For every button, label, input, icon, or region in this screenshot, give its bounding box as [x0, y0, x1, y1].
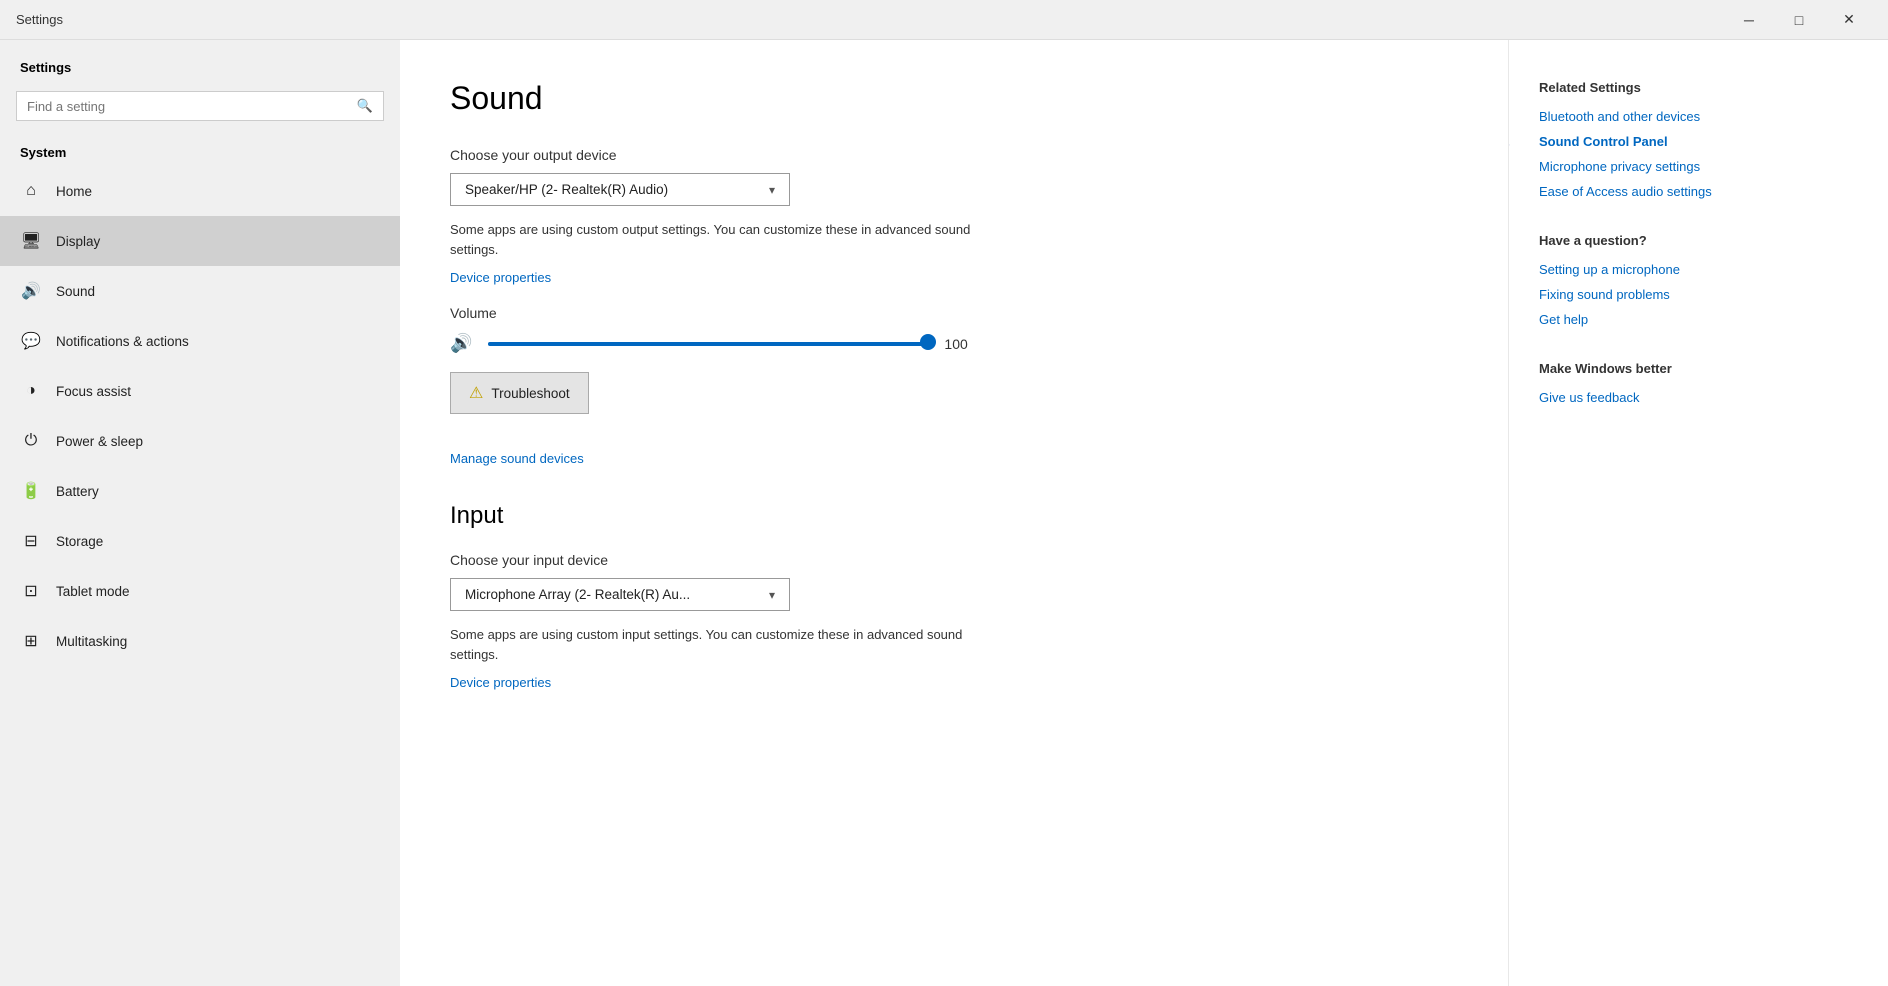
- arrow-annotation: [1508, 126, 1519, 166]
- sidebar-item-focus[interactable]: ◑ Focus assist: [0, 366, 400, 416]
- sidebar-item-tablet-label: Tablet mode: [56, 584, 130, 599]
- setup-microphone-link[interactable]: Setting up a microphone: [1539, 262, 1858, 277]
- display-icon: 🖥: [20, 230, 42, 252]
- input-dropdown-arrow-icon: ▾: [769, 588, 775, 602]
- sidebar-item-multitasking[interactable]: ⊞ Multitasking: [0, 616, 400, 666]
- volume-slider[interactable]: [488, 342, 928, 346]
- sidebar-item-power[interactable]: ⏻ Power & sleep: [0, 416, 400, 466]
- sidebar-item-tablet[interactable]: ⊡ Tablet mode: [0, 566, 400, 616]
- volume-speaker-icon: 🔊: [450, 333, 472, 354]
- volume-value: 100: [944, 336, 980, 352]
- give-feedback-link[interactable]: Give us feedback: [1539, 390, 1858, 405]
- home-icon: ⌂: [20, 180, 42, 202]
- microphone-privacy-link[interactable]: Microphone privacy settings: [1539, 159, 1858, 174]
- manage-sound-devices-link[interactable]: Manage sound devices: [450, 451, 584, 466]
- sidebar-item-battery[interactable]: 🔋 Battery: [0, 466, 400, 516]
- main-content: Sound Choose your output device Speaker/…: [400, 40, 1508, 986]
- input-info-text: Some apps are using custom input setting…: [450, 625, 1010, 664]
- ease-of-access-link[interactable]: Ease of Access audio settings: [1539, 184, 1858, 199]
- output-info-text: Some apps are using custom output settin…: [450, 220, 1010, 259]
- dropdown-arrow-icon: ▾: [769, 183, 775, 197]
- output-device-dropdown[interactable]: Speaker/HP (2- Realtek(R) Audio) ▾: [450, 173, 790, 206]
- sidebar-item-multitasking-label: Multitasking: [56, 634, 127, 649]
- warning-icon: ⚠: [469, 383, 483, 403]
- input-device-properties-link[interactable]: Device properties: [450, 675, 551, 690]
- output-device-properties-link[interactable]: Device properties: [450, 270, 551, 285]
- input-section-heading: Input: [450, 502, 1458, 530]
- maximize-button[interactable]: □: [1776, 4, 1822, 36]
- sound-control-panel-link[interactable]: Sound Control Panel: [1539, 134, 1668, 149]
- troubleshoot-label: Troubleshoot: [491, 386, 569, 401]
- sidebar: Settings 🔍 System ⌂ Home 🖥 Display 🔊 Sou…: [0, 40, 400, 986]
- sidebar-item-home[interactable]: ⌂ Home: [0, 166, 400, 216]
- make-windows-better-title: Make Windows better: [1539, 361, 1858, 376]
- storage-icon: ⊟: [20, 530, 42, 552]
- battery-icon: 🔋: [20, 480, 42, 502]
- window-controls: ─ □ ✕: [1726, 4, 1872, 36]
- sound-icon: 🔊: [20, 280, 42, 302]
- tablet-icon: ⊡: [20, 580, 42, 602]
- sidebar-item-focus-label: Focus assist: [56, 384, 131, 399]
- content-area: Sound Choose your output device Speaker/…: [400, 40, 1888, 986]
- search-icon: 🔍: [357, 98, 373, 114]
- volume-slider-thumb[interactable]: [920, 334, 936, 350]
- sidebar-item-sound[interactable]: 🔊 Sound: [0, 266, 400, 316]
- app-title: Settings: [16, 12, 63, 27]
- close-button[interactable]: ✕: [1826, 4, 1872, 36]
- sound-control-panel-row: Sound Control Panel: [1539, 134, 1858, 149]
- get-help-link[interactable]: Get help: [1539, 312, 1858, 327]
- fixing-sound-link[interactable]: Fixing sound problems: [1539, 287, 1858, 302]
- minimize-button[interactable]: ─: [1726, 4, 1772, 36]
- multitasking-icon: ⊞: [20, 630, 42, 652]
- input-device-label: Choose your input device: [450, 552, 1458, 568]
- page-title: Sound: [450, 80, 1458, 117]
- input-device-value: Microphone Array (2- Realtek(R) Au...: [465, 587, 690, 602]
- system-label: System: [0, 137, 400, 166]
- related-settings-title: Related Settings: [1539, 80, 1858, 95]
- title-bar: Settings ─ □ ✕: [0, 0, 1888, 40]
- volume-label: Volume: [450, 305, 1458, 321]
- output-device-label: Choose your output device: [450, 147, 1458, 163]
- sidebar-item-battery-label: Battery: [56, 484, 99, 499]
- have-a-question-title: Have a question?: [1539, 233, 1858, 248]
- right-panel: Related Settings Bluetooth and other dev…: [1508, 40, 1888, 986]
- bluetooth-link[interactable]: Bluetooth and other devices: [1539, 109, 1858, 124]
- search-input[interactable]: [27, 99, 349, 114]
- sidebar-item-notifications[interactable]: 💬 Notifications & actions: [0, 316, 400, 366]
- app-body: Settings 🔍 System ⌂ Home 🖥 Display 🔊 Sou…: [0, 40, 1888, 986]
- sidebar-item-storage[interactable]: ⊟ Storage: [0, 516, 400, 566]
- sidebar-item-display[interactable]: 🖥 Display: [0, 216, 400, 266]
- output-device-value: Speaker/HP (2- Realtek(R) Audio): [465, 182, 668, 197]
- sidebar-item-power-label: Power & sleep: [56, 434, 143, 449]
- sidebar-item-storage-label: Storage: [56, 534, 103, 549]
- volume-row: 🔊 100: [450, 333, 1458, 354]
- power-icon: ⏻: [20, 430, 42, 452]
- input-device-dropdown[interactable]: Microphone Array (2- Realtek(R) Au... ▾: [450, 578, 790, 611]
- notifications-icon: 💬: [20, 330, 42, 352]
- sidebar-item-home-label: Home: [56, 184, 92, 199]
- sidebar-item-notifications-label: Notifications & actions: [56, 334, 189, 349]
- troubleshoot-button[interactable]: ⚠ Troubleshoot: [450, 372, 589, 414]
- sidebar-item-display-label: Display: [56, 234, 100, 249]
- sidebar-item-sound-label: Sound: [56, 284, 95, 299]
- volume-slider-fill: [488, 342, 928, 346]
- focus-icon: ◑: [20, 380, 42, 402]
- search-box[interactable]: 🔍: [16, 91, 384, 121]
- sidebar-title: Settings: [0, 48, 400, 83]
